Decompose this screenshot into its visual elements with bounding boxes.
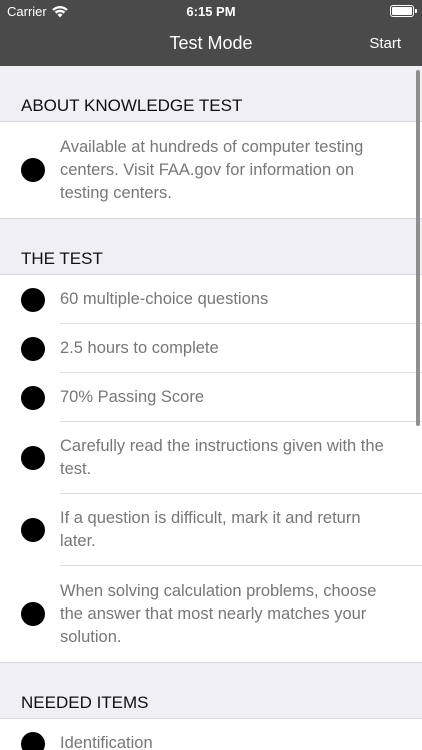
bullet-icon: [21, 602, 45, 626]
page-title: Test Mode: [169, 33, 253, 53]
bullet-icon: [21, 336, 45, 361]
section-needed: Identification: [0, 719, 422, 750]
battery-icon: [390, 5, 417, 17]
section-about: Available at hundreds of computer testin…: [0, 122, 422, 219]
list-item: 70% Passing Score: [0, 373, 422, 422]
list-item-text: 70% Passing Score: [60, 388, 204, 406]
list-item-text: 60 multiple-choice questions: [60, 290, 269, 308]
section-header-needed: NEEDED ITEMS: [0, 663, 422, 719]
bullet-icon: [21, 158, 45, 182]
list-item-text: 2.5 hours to complete: [60, 339, 219, 357]
list-item: 2.5 hours to complete: [0, 324, 422, 373]
bullet-icon: [21, 287, 45, 312]
info-list[interactable]: ABOUT KNOWLEDGE TEST Available at hundre…: [0, 66, 422, 750]
section-header-about: ABOUT KNOWLEDGE TEST: [0, 66, 422, 122]
clock: 6:15 PM: [186, 4, 236, 19]
bullet-icon: [21, 446, 45, 470]
list-item: Carefully read the instructions given wi…: [0, 422, 422, 494]
list-item: If a question is difficult, mark it and …: [0, 494, 422, 566]
list-item-text: Carefully read the instructions given wi…: [60, 437, 384, 478]
navigation-bar: Carrier 6:15 PM Test Mode Start: [0, 0, 422, 66]
list-item: Available at hundreds of computer testin…: [0, 122, 422, 218]
section-test: 60 multiple-choice questions 2.5 hours t…: [0, 275, 422, 663]
list-item-text: Identification: [60, 734, 153, 750]
list-item-text: Available at hundreds of computer testin…: [60, 137, 364, 202]
list-item-text: When solving calculation problems, choos…: [60, 581, 377, 646]
section-header-test: THE TEST: [0, 219, 422, 275]
list-item: When solving calculation problems, choos…: [0, 566, 422, 662]
scrollbar[interactable]: [416, 70, 420, 426]
list-item: Identification: [0, 719, 422, 750]
bullet-icon: [21, 518, 45, 542]
bullet-icon: [21, 385, 45, 410]
start-button[interactable]: Start: [369, 35, 401, 52]
bullet-icon: [21, 731, 45, 750]
list-item: 60 multiple-choice questions: [0, 275, 422, 324]
list-item-text: If a question is difficult, mark it and …: [60, 509, 361, 550]
status-bar: Carrier 6:15 PM: [0, 0, 422, 22]
